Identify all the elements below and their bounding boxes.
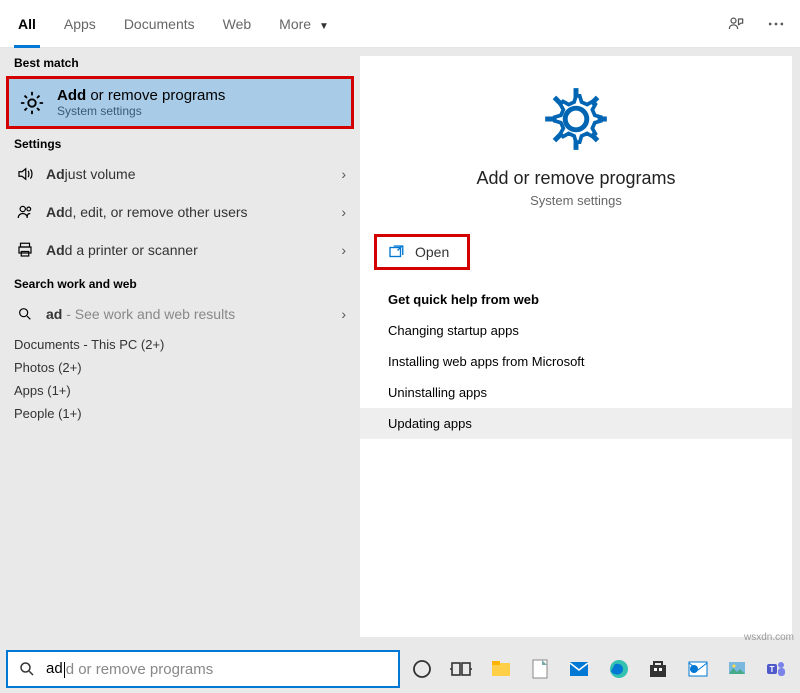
tab-apps[interactable]: Apps [50, 0, 110, 48]
taskbar-mail-icon[interactable] [562, 649, 597, 689]
open-icon [387, 243, 405, 261]
search-icon [14, 306, 36, 322]
chevron-down-icon: ▼ [319, 21, 329, 32]
taskbar-taskview-icon[interactable] [443, 649, 478, 689]
search-input[interactable]: add or remove programs [6, 650, 400, 688]
search-typed: ad [46, 660, 66, 677]
more-options-icon[interactable] [756, 4, 796, 44]
filter-photos[interactable]: Photos (2+) [0, 356, 360, 379]
tab-documents[interactable]: Documents [110, 0, 209, 48]
results-panel: Best match Add or remove programs System… [0, 48, 360, 645]
printer-icon [14, 241, 36, 259]
search-suggestion: d or remove programs [66, 661, 214, 678]
detail-title: Add or remove programs [380, 168, 772, 189]
chevron-right-icon: › [341, 242, 346, 258]
quick-help-uninstall[interactable]: Uninstalling apps [360, 377, 792, 408]
user-icon [14, 203, 36, 221]
taskbar-libreoffice-icon[interactable] [522, 649, 557, 689]
section-best-match: Best match [0, 48, 360, 74]
taskbar-store-icon[interactable] [640, 649, 675, 689]
settings-item-adjust-volume[interactable]: Adjust volume › [0, 155, 360, 193]
taskbar-explorer-icon[interactable] [483, 649, 518, 689]
taskbar-edge-icon[interactable] [601, 649, 636, 689]
section-settings: Settings [0, 129, 360, 155]
best-match-item[interactable]: Add or remove programs System settings [6, 76, 354, 129]
open-button[interactable]: Open [374, 234, 470, 270]
tab-more-label: More [279, 16, 311, 32]
taskbar: add or remove programs T [0, 645, 800, 693]
chevron-right-icon: › [341, 306, 346, 322]
taskbar-paint-icon[interactable] [719, 649, 754, 689]
quick-help-label: Get quick help from web [360, 270, 792, 315]
svg-text:T: T [770, 665, 775, 674]
filter-documents[interactable]: Documents - This PC (2+) [0, 333, 360, 356]
settings-item-printer[interactable]: Add a printer or scanner › [0, 231, 360, 269]
tab-more[interactable]: More ▼ [265, 0, 343, 48]
quick-help-startup[interactable]: Changing startup apps [360, 315, 792, 346]
taskbar-outlook-icon[interactable] [680, 649, 715, 689]
filter-apps[interactable]: Apps (1+) [0, 379, 360, 402]
section-search-web: Search work and web [0, 269, 360, 295]
web-search-item[interactable]: ad - See work and web results › [0, 295, 360, 333]
gear-icon [539, 82, 613, 156]
quick-help-install-web[interactable]: Installing web apps from Microsoft [360, 346, 792, 377]
search-tabs: All Apps Documents Web More ▼ [0, 0, 800, 48]
settings-item-users[interactable]: Add, edit, or remove other users › [0, 193, 360, 231]
search-body: Best match Add or remove programs System… [0, 48, 800, 645]
open-label: Open [415, 244, 449, 260]
feedback-icon[interactable] [716, 4, 756, 44]
chevron-right-icon: › [341, 204, 346, 220]
filter-people[interactable]: People (1+) [0, 402, 360, 425]
detail-panel: Add or remove programs System settings O… [360, 56, 792, 637]
volume-icon [14, 165, 36, 183]
chevron-right-icon: › [341, 166, 346, 182]
tab-web[interactable]: Web [209, 0, 266, 48]
quick-help-update[interactable]: Updating apps [360, 408, 792, 439]
gear-icon [17, 88, 47, 118]
watermark: wsxdn.com [744, 632, 794, 643]
search-icon [18, 660, 36, 678]
best-match-text: Add or remove programs System settings [57, 87, 225, 118]
taskbar-cortana-icon[interactable] [404, 649, 439, 689]
tab-all[interactable]: All [4, 0, 50, 48]
taskbar-teams-icon[interactable]: T [759, 649, 794, 689]
detail-subtitle: System settings [380, 193, 772, 208]
